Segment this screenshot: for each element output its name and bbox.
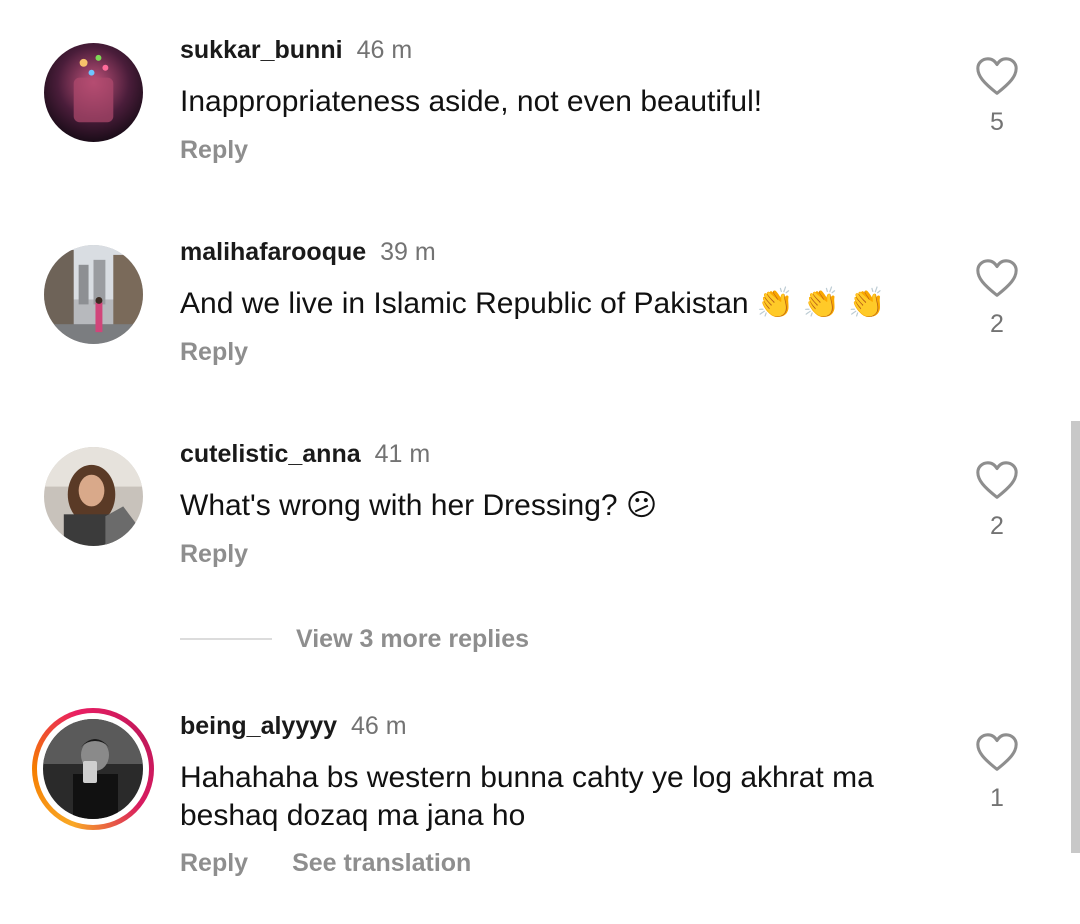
username[interactable]: sukkar_bunni	[180, 36, 343, 64]
comment-actions: Reply	[180, 540, 248, 569]
comment-text: And we live in Islamic Republic of Pakis…	[180, 287, 886, 320]
story-ring[interactable]	[32, 708, 154, 830]
comment-text: Hahahaha bs western bunna cahty ye log a…	[180, 761, 874, 832]
timestamp: 41 m	[374, 440, 431, 468]
like-count: 2	[990, 512, 1004, 540]
like-count: 5	[990, 108, 1004, 136]
comment-meta: cutelistic_anna 41 m	[180, 440, 430, 469]
scrollbar[interactable]	[1071, 421, 1080, 853]
like-button[interactable]: 2	[970, 256, 1024, 339]
username[interactable]: being_alyyyy	[180, 712, 337, 740]
username[interactable]: cutelistic_anna	[180, 440, 361, 468]
avatar[interactable]	[44, 245, 143, 344]
like-button[interactable]: 2	[970, 458, 1024, 541]
like-count: 2	[990, 310, 1004, 338]
like-button[interactable]: 5	[970, 54, 1024, 137]
reply-button[interactable]: Reply	[180, 338, 248, 366]
comment-actions: Reply	[180, 338, 248, 367]
comment-meta: being_alyyyy 46 m	[180, 712, 407, 741]
timestamp: 39 m	[380, 238, 436, 266]
divider	[180, 638, 272, 640]
see-translation-button[interactable]: See translation	[292, 849, 471, 877]
avatar[interactable]	[44, 43, 143, 142]
comment-meta: sukkar_bunni 46 m	[180, 36, 412, 65]
avatar[interactable]	[44, 447, 143, 546]
username[interactable]: malihafarooque	[180, 238, 366, 266]
timestamp: 46 m	[351, 712, 407, 740]
reply-button[interactable]: Reply	[180, 849, 248, 877]
reply-button[interactable]: Reply	[180, 136, 248, 164]
comment-text: Inappropriateness aside, not even beauti…	[180, 85, 763, 118]
comment-meta: malihafarooque 39 m	[180, 238, 436, 267]
comment-text: What's wrong with her Dressing? 😕	[180, 489, 658, 522]
view-more-replies-label[interactable]: View 3 more replies	[296, 625, 529, 654]
reply-button[interactable]: Reply	[180, 540, 248, 568]
like-count: 1	[990, 784, 1004, 812]
heart-outline-icon[interactable]	[974, 54, 1020, 100]
heart-outline-icon[interactable]	[974, 730, 1020, 776]
heart-outline-icon[interactable]	[974, 458, 1020, 504]
comment-actions: Reply See translation	[180, 849, 471, 878]
avatar[interactable]	[43, 719, 143, 819]
comment-actions: Reply	[180, 136, 248, 165]
like-button[interactable]: 1	[970, 730, 1024, 813]
heart-outline-icon[interactable]	[974, 256, 1020, 302]
timestamp: 46 m	[356, 36, 413, 64]
